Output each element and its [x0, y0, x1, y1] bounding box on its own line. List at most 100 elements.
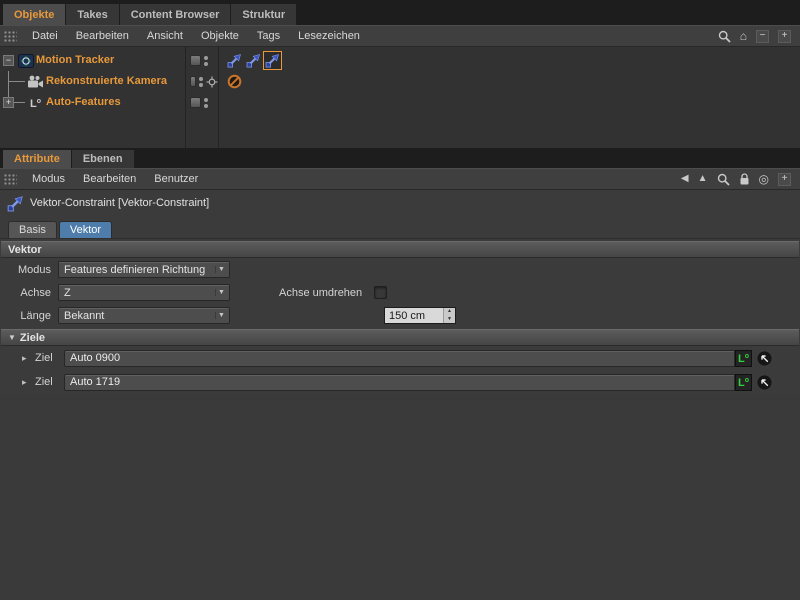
maximize-icon[interactable]: +: [778, 29, 791, 43]
visibility-dots[interactable]: [204, 55, 208, 66]
lock-icon[interactable]: [739, 172, 750, 186]
disabled-prohibition-tag-icon[interactable]: [226, 73, 243, 90]
visibility-dots[interactable]: [199, 76, 203, 87]
modus-dropdown[interactable]: Features definieren Richtung ▼: [58, 261, 230, 278]
row-expand-icon[interactable]: ▸: [22, 377, 35, 388]
target-link-group: Auto 0900 Lo: [64, 349, 773, 367]
tab-objekte[interactable]: Objekte: [3, 4, 66, 25]
subtab-vektor[interactable]: Vektor: [58, 221, 113, 238]
chevron-down-icon: ▼: [215, 266, 227, 273]
object-label[interactable]: Rekonstruierte Kamera: [46, 75, 167, 87]
auto-features-icon: Lo: [29, 97, 41, 110]
visibility-dots[interactable]: [204, 97, 208, 108]
edit-enable-toggle[interactable]: [190, 55, 201, 66]
collapse-expander-icon[interactable]: −: [3, 55, 14, 66]
search-icon[interactable]: [717, 173, 730, 186]
attribute-title: Vektor-Constraint [Vektor-Constraint]: [30, 197, 210, 209]
object-manager-body: − Motion Tracker Rekonstruierte Kamera +: [0, 47, 800, 148]
field-row-modus: Modus Features definieren Richtung ▼: [0, 258, 800, 281]
tree-row-motion-tracker[interactable]: − Motion Tracker: [0, 50, 185, 71]
object-toggles-column: [186, 47, 219, 148]
vector-constraint-tag-icon[interactable]: [226, 52, 243, 69]
collapse-expander-icon[interactable]: +: [3, 97, 14, 108]
minimize-icon[interactable]: −: [756, 29, 769, 43]
field-label: Achse: [20, 286, 51, 299]
section-title: Vektor: [8, 243, 42, 256]
field-label: Länge: [20, 309, 51, 322]
pick-object-button[interactable]: [756, 373, 773, 391]
menu-lesezeichen[interactable]: Lesezeichen: [289, 26, 369, 46]
target-link-group: Auto 1719 Lo: [64, 373, 773, 391]
dropdown-value: Features definieren Richtung: [64, 263, 206, 276]
tag-row: [219, 50, 800, 71]
object-label[interactable]: Motion Tracker: [36, 54, 114, 66]
menu-objekte[interactable]: Objekte: [192, 26, 248, 46]
field-label: Modus: [17, 263, 51, 276]
vector-constraint-tag-icon[interactable]: [245, 52, 262, 69]
laenge-dropdown[interactable]: Bekannt ▼: [58, 307, 230, 324]
attribute-toolbar-right: ◀ ▲ ◎ +: [681, 172, 800, 186]
new-panel-icon[interactable]: +: [778, 172, 791, 186]
panel-grip-handle[interactable]: [4, 30, 17, 42]
application-window: Objekte Takes Content Browser Struktur D…: [0, 0, 800, 600]
camera-icon: [27, 73, 44, 90]
tree-row-auto-features[interactable]: + Lo Auto-Features: [0, 92, 185, 113]
edit-enable-toggle[interactable]: [190, 76, 196, 87]
row-expand-icon[interactable]: ▸: [22, 353, 35, 364]
object-manager-toolbar-right: ⌂ − +: [718, 29, 800, 43]
camera-target-icon[interactable]: [206, 76, 218, 88]
tree-row-rekonstruierte-kamera[interactable]: Rekonstruierte Kamera: [0, 71, 185, 92]
manager-tab-bar: Objekte Takes Content Browser Struktur: [0, 0, 800, 25]
vector-constraint-tag-icon-selected[interactable]: [263, 51, 282, 70]
collapse-triangle-icon[interactable]: ▼: [8, 333, 16, 342]
track-mode-icon[interactable]: ◎: [759, 173, 769, 185]
pick-object-button[interactable]: [756, 349, 773, 367]
achse-umdrehen-label: Achse umdrehen: [279, 286, 363, 299]
tab-ebenen[interactable]: Ebenen: [71, 150, 134, 168]
menu-benutzer[interactable]: Benutzer: [145, 169, 207, 189]
length-stepper[interactable]: ▲ ▼: [443, 308, 455, 323]
menu-bearbeiten[interactable]: Bearbeiten: [67, 26, 138, 46]
toggle-row: [186, 50, 218, 71]
menu-ansicht[interactable]: Ansicht: [138, 26, 192, 46]
target-row: ▸ Ziel Auto 0900 Lo: [0, 346, 800, 370]
search-icon[interactable]: [718, 30, 731, 43]
length-input[interactable]: 150 cm ▲ ▼: [384, 307, 456, 324]
tag-row: [219, 92, 800, 113]
object-label[interactable]: Auto-Features: [46, 96, 121, 108]
history-forward-icon[interactable]: ▲: [698, 173, 708, 185]
home-icon[interactable]: ⌂: [740, 30, 747, 42]
menu-bearbeiten[interactable]: Bearbeiten: [74, 169, 145, 189]
menu-tags[interactable]: Tags: [248, 26, 289, 46]
tab-attribute[interactable]: Attribute: [3, 150, 71, 168]
stepper-up-icon[interactable]: ▲: [444, 308, 455, 316]
tab-takes[interactable]: Takes: [66, 4, 119, 25]
achse-umdrehen-checkbox[interactable]: [374, 286, 388, 299]
chevron-down-icon: ▼: [215, 312, 227, 319]
target-row: ▸ Ziel Auto 1719 Lo: [0, 370, 800, 394]
target-link-field[interactable]: Auto 1719: [64, 373, 735, 391]
subtab-basis[interactable]: Basis: [8, 221, 57, 238]
panel-grip-handle[interactable]: [4, 173, 17, 185]
length-value[interactable]: 150 cm: [385, 308, 443, 323]
field-row-laenge: Länge Bekannt ▼ 150 cm ▲ ▼: [0, 304, 800, 327]
edit-enable-toggle[interactable]: [190, 97, 201, 108]
target-object-type-icon: Lo: [735, 349, 752, 367]
empty-panel-area: [0, 394, 800, 600]
tab-struktur[interactable]: Struktur: [231, 4, 297, 25]
object-manager-menubar: Datei Bearbeiten Ansicht Objekte Tags Le…: [0, 25, 800, 47]
menu-modus[interactable]: Modus: [23, 169, 74, 189]
target-link-field[interactable]: Auto 0900: [64, 349, 735, 367]
tab-content-browser[interactable]: Content Browser: [119, 4, 231, 25]
dropdown-value: Bekannt: [64, 309, 105, 322]
menu-datei[interactable]: Datei: [23, 26, 67, 46]
attribute-tab-bar: Attribute Ebenen: [0, 148, 800, 168]
object-tree: − Motion Tracker Rekonstruierte Kamera +: [0, 47, 186, 148]
target-label: Ziel: [35, 376, 53, 388]
history-back-icon[interactable]: ◀: [681, 173, 689, 185]
section-title: Ziele: [19, 331, 45, 344]
toggle-row: [186, 71, 218, 92]
stepper-down-icon[interactable]: ▼: [444, 316, 455, 324]
achse-dropdown[interactable]: Z ▼: [58, 284, 230, 301]
section-header-ziele[interactable]: ▼ Ziele: [1, 329, 799, 346]
